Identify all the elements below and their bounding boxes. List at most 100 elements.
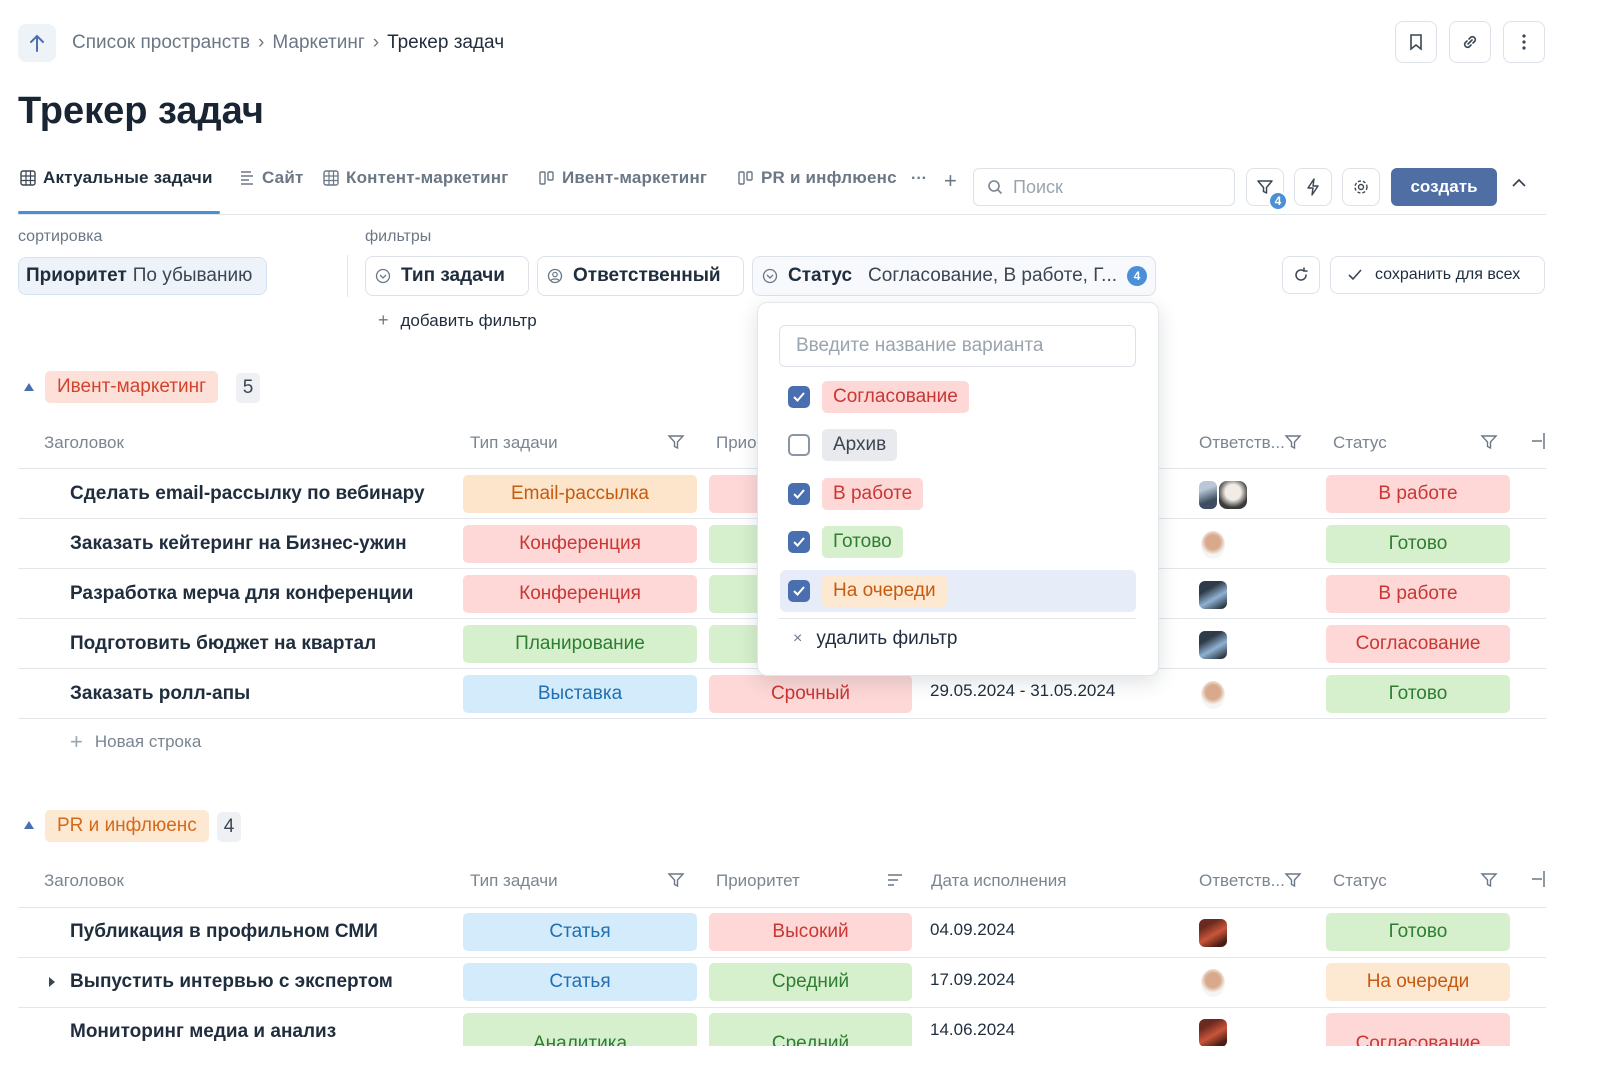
expand-row-icon[interactable]: [48, 976, 56, 988]
collapse-triangle-icon[interactable]: [23, 820, 35, 830]
status-chip[interactable]: В работе: [1326, 575, 1510, 613]
filter-button[interactable]: 4: [1246, 168, 1288, 211]
filter-icon[interactable]: [667, 872, 685, 888]
priority-chip[interactable]: Срочный: [709, 675, 912, 713]
more-options-button[interactable]: [1503, 21, 1545, 63]
tab-site[interactable]: Сайт: [239, 168, 304, 188]
table-row-title[interactable]: Подготовить бюджет на квартал: [70, 633, 376, 655]
avatar: [1201, 531, 1225, 559]
type-chip[interactable]: Планирование: [463, 625, 697, 663]
type-chip[interactable]: Конференция: [463, 575, 697, 613]
option-row[interactable]: Готово: [780, 521, 1136, 563]
option-search-input[interactable]: Введите название варианта: [779, 325, 1136, 367]
option-row[interactable]: В работе: [780, 473, 1136, 515]
add-tab-button[interactable]: +: [944, 168, 957, 194]
type-chip[interactable]: Конференция: [463, 525, 697, 563]
add-column-icon[interactable]: [1530, 870, 1546, 888]
new-row-button[interactable]: + Новая строка: [70, 729, 201, 755]
sort-button[interactable]: Приоритет По убыванию: [18, 257, 267, 295]
status-chip[interactable]: В работе: [1326, 475, 1510, 513]
tab-label: Актуальные задачи: [43, 168, 213, 187]
dropdown-divider: [779, 618, 1136, 619]
filter-type[interactable]: Тип задачи: [365, 256, 529, 296]
option-row[interactable]: Согласование: [780, 376, 1136, 418]
checkbox-checked[interactable]: [788, 580, 810, 602]
collapse-triangle-icon[interactable]: [23, 382, 35, 392]
link-icon: [1463, 35, 1477, 49]
filter-status[interactable]: Статус Согласование, В работе, Г... 4: [752, 256, 1156, 296]
breadcrumb-item[interactable]: Список пространств: [72, 32, 250, 54]
tab-label: PR и инфлюенс: [761, 168, 897, 187]
sort-icon[interactable]: [886, 873, 904, 887]
add-column-icon[interactable]: [1530, 432, 1546, 450]
due-date: 17.09.2024: [930, 970, 1016, 989]
table-row-title[interactable]: Разработка мерча для конференции: [70, 583, 413, 605]
remove-filter-label: удалить фильтр: [816, 628, 958, 649]
tabs-divider: [18, 214, 1546, 215]
filter-assignee-label: Ответственный: [573, 265, 721, 286]
priority-chip[interactable]: Высокий: [709, 913, 912, 951]
table-row-title[interactable]: Заказать ролл-апы: [70, 683, 250, 705]
column-header-title: Заголовок: [44, 433, 124, 452]
table-row-title[interactable]: Выпустить интервью с экспертом: [70, 971, 393, 993]
check-icon: [793, 537, 805, 547]
tab-content-marketing[interactable]: Контент-маркетинг: [323, 168, 509, 188]
table-row-title[interactable]: Сделать email-рассылку по вебинару: [70, 483, 425, 505]
filter-icon[interactable]: [1480, 872, 1498, 888]
status-chip[interactable]: На очереди: [1326, 963, 1510, 1001]
search-input[interactable]: Поиск: [973, 168, 1235, 206]
remove-filter-button[interactable]: × удалить фильтр: [793, 628, 957, 650]
filter-icon[interactable]: [1480, 434, 1498, 450]
page-title: Трекер задач: [18, 90, 264, 132]
back-button[interactable]: [18, 24, 56, 62]
checkbox-unchecked[interactable]: [788, 434, 810, 456]
avatar: [1199, 1019, 1227, 1047]
filter-icon[interactable]: [667, 434, 685, 450]
search-placeholder: Поиск: [1013, 176, 1063, 197]
status-chip[interactable]: Готово: [1326, 675, 1510, 713]
breadcrumb-item[interactable]: Маркетинг: [272, 32, 364, 54]
sort-direction: По убыванию: [132, 265, 253, 286]
collapse-button[interactable]: [1510, 176, 1528, 194]
tab-event-marketing[interactable]: Ивент-маркетинг: [539, 168, 707, 188]
table-row-title[interactable]: Публикация в профильном СМИ: [70, 921, 378, 943]
priority-chip[interactable]: Средний: [709, 963, 912, 1001]
check-icon: [793, 489, 805, 499]
type-chip[interactable]: Статья: [463, 913, 697, 951]
settings-button[interactable]: [1342, 168, 1380, 206]
more-tabs-button[interactable]: ···: [911, 170, 927, 188]
sort-label: сортировка: [18, 228, 103, 245]
row-divider: [18, 957, 1546, 958]
tab-current-tasks[interactable]: Актуальные задачи: [20, 168, 213, 188]
option-row[interactable]: Архив: [780, 424, 1136, 466]
option-row-hovered[interactable]: На очереди: [780, 570, 1136, 612]
save-for-all-button[interactable]: сохранить для всех: [1330, 256, 1545, 294]
status-chip[interactable]: Согласование: [1326, 625, 1510, 663]
copy-link-button[interactable]: [1449, 21, 1491, 63]
add-filter-button[interactable]: + добавить фильтр: [378, 310, 537, 331]
column-header-title: Заголовок: [44, 871, 124, 890]
create-button[interactable]: создать: [1391, 168, 1497, 206]
bookmark-button[interactable]: [1395, 21, 1437, 63]
filter-assignee[interactable]: Ответственный: [537, 256, 744, 296]
chevron-right-icon: ›: [372, 32, 380, 53]
bookmark-icon: [1410, 34, 1422, 51]
filter-icon[interactable]: [1284, 872, 1302, 888]
avatar: [1199, 631, 1227, 659]
status-chip[interactable]: Готово: [1326, 913, 1510, 951]
checkbox-checked[interactable]: [788, 531, 810, 553]
reset-filters-button[interactable]: [1282, 256, 1320, 294]
checkbox-checked[interactable]: [788, 386, 810, 408]
tab-pr-influence[interactable]: PR и инфлюенс: [738, 168, 897, 188]
option-chip: Архив: [822, 429, 898, 461]
status-chip[interactable]: Готово: [1326, 525, 1510, 563]
filter-icon[interactable]: [1284, 434, 1302, 450]
type-chip[interactable]: Выставка: [463, 675, 697, 713]
table-row-title[interactable]: Заказать кейтеринг на Бизнес-ужин: [70, 533, 407, 555]
avatar: [1201, 681, 1225, 709]
automation-button[interactable]: [1294, 168, 1332, 206]
type-chip[interactable]: Email-рассылка: [463, 475, 697, 513]
table-row-title[interactable]: Мониторинг медиа и анализ: [70, 1021, 336, 1043]
type-chip[interactable]: Статья: [463, 963, 697, 1001]
checkbox-checked[interactable]: [788, 483, 810, 505]
